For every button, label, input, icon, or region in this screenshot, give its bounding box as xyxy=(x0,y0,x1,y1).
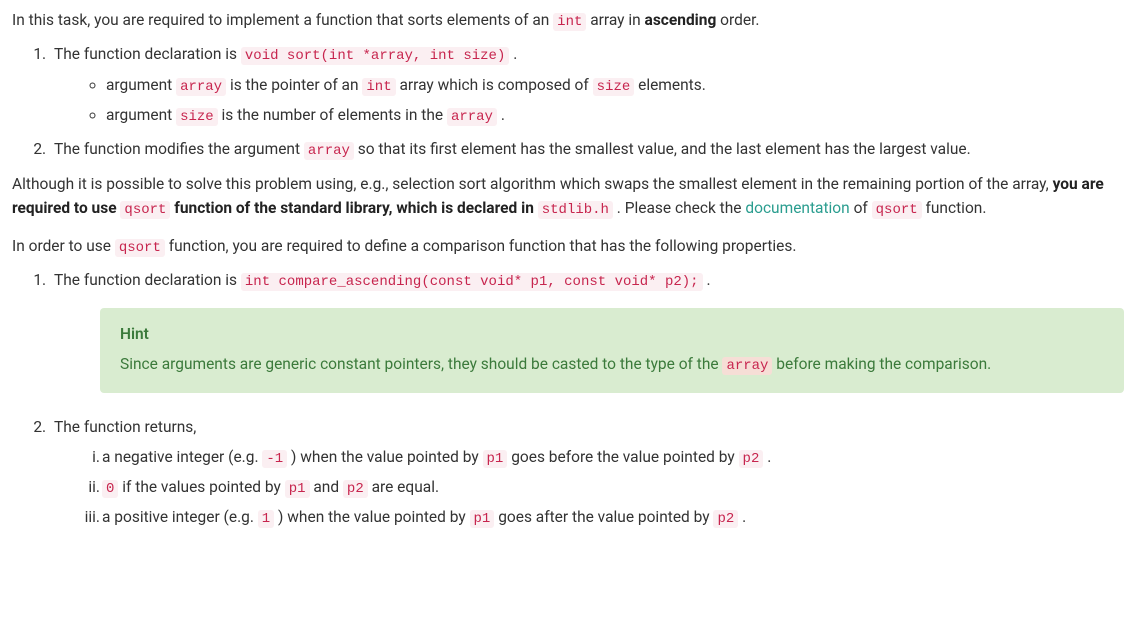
inline-code: size xyxy=(176,108,218,126)
text: so that its first element has the smalle… xyxy=(354,140,971,158)
text: The function returns, xyxy=(54,418,196,436)
inline-code: array xyxy=(447,108,497,126)
inline-code: size xyxy=(593,78,635,96)
compare-intro-paragraph: In order to use qsort function, you are … xyxy=(12,234,1124,260)
qsort-paragraph: Although it is possible to solve this pr… xyxy=(12,172,1124,222)
inline-code: void sort(int *array, int size) xyxy=(241,47,509,65)
requirements-list-1: The function declaration is void sort(in… xyxy=(12,42,1124,163)
intro-paragraph: In this task, you are required to implem… xyxy=(12,8,1124,34)
list-item: argument array is the pointer of an int … xyxy=(106,73,1124,99)
text: In this task, you are required to implem… xyxy=(12,11,553,29)
text: if the values pointed by xyxy=(118,478,284,496)
list-item: The function modifies the argument array… xyxy=(50,137,1124,163)
inline-code: int compare_ascending(const void* p1, co… xyxy=(241,273,703,291)
text: . xyxy=(497,106,505,124)
inline-code: 0 xyxy=(102,480,118,498)
inline-code: 1 xyxy=(258,510,274,528)
text: ) when the value pointed by xyxy=(274,508,469,526)
list-item: a negative integer (e.g. -1 ) when the v… xyxy=(102,445,1124,471)
text: is the number of elements in the xyxy=(218,106,447,124)
inline-code: array xyxy=(304,142,354,160)
inline-code: p2 xyxy=(739,450,764,468)
hint-body: Since arguments are generic constant poi… xyxy=(120,352,1104,378)
text: ) when the value pointed by xyxy=(287,448,482,466)
text: elements. xyxy=(634,76,706,94)
text: goes after the value pointed by xyxy=(494,508,713,526)
sub-list: argument array is the pointer of an int … xyxy=(54,73,1124,128)
text: of xyxy=(850,199,872,217)
text: array in xyxy=(586,11,644,29)
inline-code: array xyxy=(722,357,772,375)
inline-code: int xyxy=(362,78,395,96)
text: and xyxy=(310,478,343,496)
text: array which is composed of xyxy=(396,76,593,94)
text: The function declaration is xyxy=(54,45,241,63)
bold-text: ascending xyxy=(645,11,717,29)
text: function, you are required to define a c… xyxy=(165,237,797,255)
list-item: a positive integer (e.g. 1 ) when the va… xyxy=(102,505,1124,531)
list-item: The function declaration is void sort(in… xyxy=(50,42,1124,129)
inline-code: array xyxy=(176,78,226,96)
inline-code: p2 xyxy=(713,510,738,528)
list-item: 0 if the values pointed by p1 and p2 are… xyxy=(102,475,1124,501)
text: are equal. xyxy=(368,478,439,496)
text: . xyxy=(763,448,771,466)
text: argument xyxy=(106,76,176,94)
text: . xyxy=(509,45,517,63)
list-item: The function declaration is int compare_… xyxy=(50,268,1124,393)
inline-code: p1 xyxy=(285,480,310,498)
list-item: argument size is the number of elements … xyxy=(106,103,1124,129)
inline-code: p1 xyxy=(483,450,508,468)
text: argument xyxy=(106,106,176,124)
hint-title: Hint xyxy=(120,322,1104,346)
inline-code: p2 xyxy=(343,480,368,498)
text: . xyxy=(703,271,711,289)
requirements-list-2: The function declaration is int compare_… xyxy=(12,268,1124,530)
text: The function modifies the argument xyxy=(54,140,304,158)
inline-code: qsort xyxy=(872,201,922,219)
hint-box: Hint Since arguments are generic constan… xyxy=(100,308,1124,394)
text: Since arguments are generic constant poi… xyxy=(120,355,722,373)
inline-code: qsort xyxy=(120,201,170,219)
text: is the pointer of an xyxy=(226,76,362,94)
text: function. xyxy=(922,199,987,217)
inline-code: stdlib.h xyxy=(538,201,613,219)
list-item: The function returns, a negative integer… xyxy=(50,415,1124,530)
inline-code: qsort xyxy=(115,239,165,257)
text: a negative integer (e.g. xyxy=(102,448,262,466)
text: In order to use xyxy=(12,237,115,255)
inline-code: int xyxy=(553,13,586,31)
text: . xyxy=(738,508,746,526)
text: Although it is possible to solve this pr… xyxy=(12,175,1053,193)
inline-code: p1 xyxy=(470,510,495,528)
text: . Please check the xyxy=(613,199,745,217)
text: goes before the value pointed by xyxy=(507,448,738,466)
text: The function declaration is xyxy=(54,271,241,289)
text: a positive integer (e.g. xyxy=(102,508,258,526)
text: order. xyxy=(716,11,759,29)
text: before making the comparison. xyxy=(772,355,991,373)
inline-code: -1 xyxy=(262,450,287,468)
return-values-list: a negative integer (e.g. -1 ) when the v… xyxy=(54,445,1124,530)
documentation-link[interactable]: documentation xyxy=(745,199,849,217)
bold-text: function of the standard library, which … xyxy=(170,199,537,217)
